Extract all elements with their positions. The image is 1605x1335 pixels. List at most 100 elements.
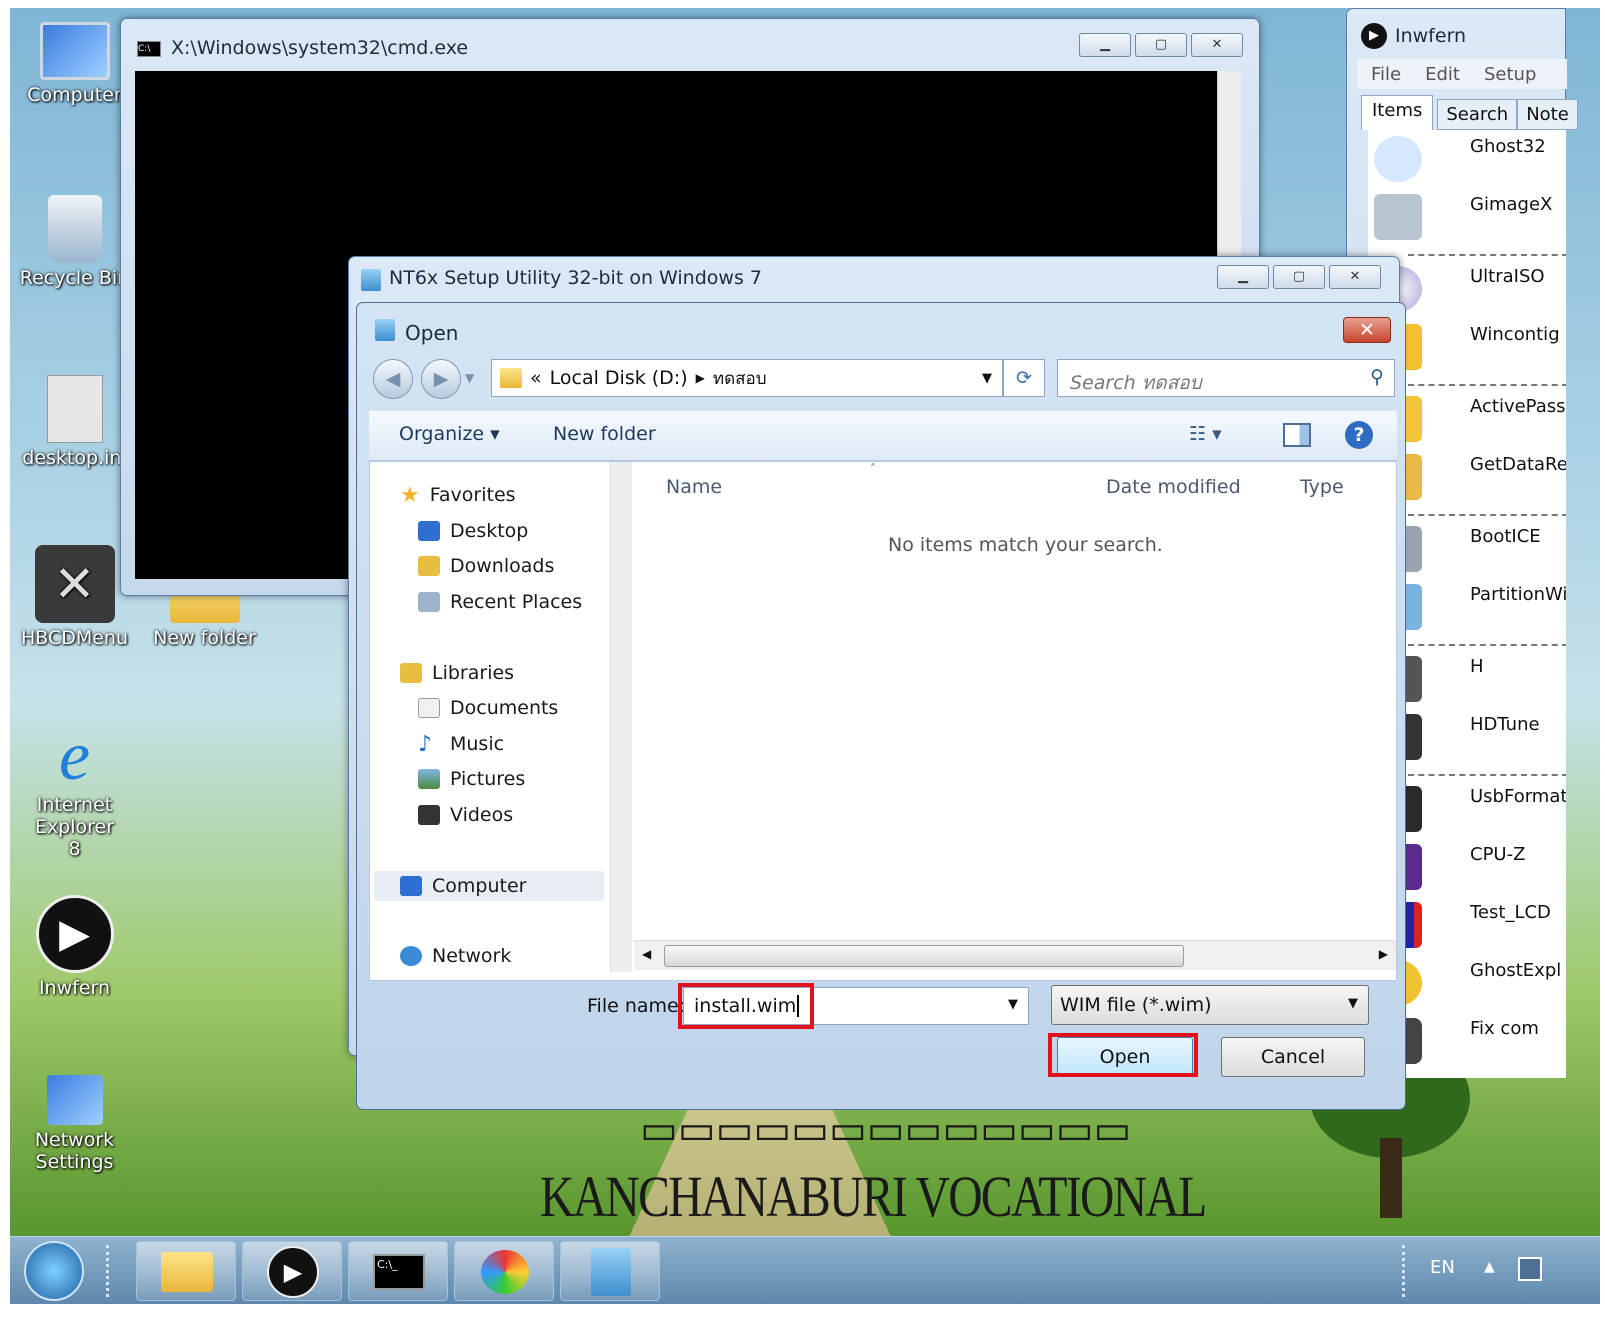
nav-network[interactable]: Network <box>400 941 511 971</box>
nav-computer[interactable]: Computer <box>374 871 604 901</box>
nav-favorites[interactable]: ★ Favorites <box>400 480 516 510</box>
nav-recent-places[interactable]: Recent Places <box>418 587 582 617</box>
close-button[interactable]: ✕ <box>1343 317 1391 343</box>
search-input[interactable]: Search ทดสอบ ⚲ <box>1057 359 1395 397</box>
network-tray-icon[interactable] <box>1518 1257 1542 1281</box>
desktop-icon-label: Network Settings <box>34 1129 115 1173</box>
menu-setup[interactable]: Setup <box>1484 64 1536 85</box>
item-label: UsbFormat <box>1470 786 1566 807</box>
item-label: Test_LCD <box>1470 902 1551 923</box>
preview-pane-icon[interactable] <box>1283 423 1311 447</box>
taskbar-inwfern[interactable]: ▶ <box>242 1241 342 1301</box>
maximize-button[interactable]: ▢ <box>1135 33 1187 57</box>
horizontal-scrollbar[interactable]: ◀ ▶ <box>634 940 1396 970</box>
tab-note[interactable]: Note <box>1517 99 1578 130</box>
settings-file-icon <box>46 375 103 443</box>
taskbar-nt6x[interactable] <box>560 1241 660 1301</box>
scroll-right-icon[interactable]: ▶ <box>1379 947 1388 961</box>
address-bar[interactable]: « Local Disk (D:) ▶ ทดสอบ ▼ <box>491 359 1003 397</box>
list-item[interactable]: Ghost32 <box>1368 130 1566 188</box>
close-button[interactable]: ✕ <box>1191 33 1243 57</box>
nav-videos[interactable]: Videos <box>418 800 513 830</box>
separator <box>1408 514 1566 516</box>
open-dialog[interactable]: Open ✕ ◀ ▶ ▼ « Local Disk (D:) ▶ ทดสอบ ▼… <box>356 302 1406 1110</box>
refresh-icon[interactable]: ⟳ <box>1003 359 1045 397</box>
computer-icon <box>39 22 110 80</box>
tab-items[interactable]: Items <box>1361 95 1434 130</box>
column-name[interactable]: Name <box>666 476 722 498</box>
nav-desktop[interactable]: Desktop <box>418 516 528 546</box>
chevron-up-icon[interactable]: ▲ <box>1484 1259 1495 1275</box>
start-button[interactable] <box>24 1241 84 1301</box>
breadcrumb-subfolder[interactable]: ทดสอบ <box>713 365 767 392</box>
taskbar-cmd[interactable]: C:\_ <box>348 1241 448 1301</box>
column-date-modified[interactable]: Date modified <box>1106 476 1241 498</box>
desktop-icon-internet-explorer[interactable]: e Internet Explorer 8 <box>12 722 137 861</box>
imagex-icon <box>1374 194 1422 240</box>
taskbar-paint[interactable] <box>454 1241 554 1301</box>
separator <box>1408 384 1566 386</box>
desktop-icon-recycle-bin[interactable]: Recycle Bin <box>12 195 137 289</box>
item-label: H <box>1470 656 1484 677</box>
organize-button[interactable]: Organize ▾ <box>399 423 500 445</box>
minimize-button[interactable]: ▁ <box>1079 33 1131 57</box>
cancel-button[interactable]: Cancel <box>1221 1037 1365 1077</box>
back-button[interactable]: ◀ <box>373 359 413 399</box>
desktop-icon <box>418 521 440 541</box>
language-indicator[interactable]: EN <box>1430 1257 1455 1278</box>
nt6x-icon <box>375 319 395 341</box>
taskbar-explorer[interactable] <box>136 1241 236 1301</box>
item-label: Ghost32 <box>1470 136 1546 157</box>
cmd-icon: C:\_ <box>373 1254 425 1290</box>
desktop-icon-inwfern[interactable]: ▶ Inwfern <box>12 895 137 999</box>
separator <box>1408 774 1566 776</box>
column-type[interactable]: Type <box>1300 476 1344 498</box>
recycle-bin-icon <box>47 195 102 263</box>
ghost-icon <box>1374 136 1422 182</box>
desktop-icon-hbcdmenu[interactable]: ✕ HBCDMenu <box>12 545 137 649</box>
menu-edit[interactable]: Edit <box>1425 64 1460 85</box>
close-button[interactable]: ✕ <box>1329 265 1381 289</box>
item-label: PartitionWi <box>1470 584 1566 605</box>
nt6x-icon <box>361 269 381 291</box>
nav-pictures[interactable]: Pictures <box>418 764 525 794</box>
menu-file[interactable]: File <box>1371 64 1401 85</box>
item-label: CPU-Z <box>1470 844 1526 865</box>
file-name-label: File name: <box>587 995 686 1017</box>
item-label: Fix com <box>1470 1018 1539 1039</box>
folder-icon <box>161 1252 213 1292</box>
item-label: Wincontig <box>1470 324 1560 345</box>
tab-search[interactable]: Search <box>1437 99 1518 130</box>
sort-ascending-icon: ˄ <box>870 462 876 476</box>
wallpaper-thai-text: ▭▭▭▭▭▭▭▭▭▭▭▭▭ <box>640 1107 1132 1152</box>
desktop-icon-label: desktop.ini <box>22 447 127 469</box>
desktop-icon-network-settings[interactable]: Network Settings <box>12 1075 137 1173</box>
nt6x-title: NT6x Setup Utility 32-bit on Windows 7 <box>389 267 762 289</box>
desktop-icon-computer[interactable]: Computer <box>12 22 137 106</box>
help-icon[interactable]: ? <box>1345 421 1373 449</box>
list-item[interactable]: GimageX <box>1368 188 1566 246</box>
chevron-down-icon[interactable]: ▼ <box>1008 997 1018 1012</box>
breadcrumb-location[interactable]: Local Disk (D:) <box>550 367 688 389</box>
file-browser: ★ Favorites Desktop Downloads Recent Plac… <box>369 461 1397 981</box>
forward-button[interactable]: ▶ <box>421 359 461 399</box>
nav-downloads[interactable]: Downloads <box>418 551 554 581</box>
pictures-icon <box>418 769 440 789</box>
recent-pages-dropdown[interactable]: ▼ <box>465 371 474 385</box>
minimize-button[interactable]: ▁ <box>1217 265 1269 289</box>
desktop-icon-desktop-ini[interactable]: desktop.ini <box>12 375 137 469</box>
scroll-left-icon[interactable]: ◀ <box>642 947 651 961</box>
desktop-icon-label: HBCDMenu <box>20 627 129 649</box>
file-type-select[interactable]: WIM file (*.wim) ▼ <box>1051 985 1369 1025</box>
nav-libraries[interactable]: Libraries <box>400 658 514 688</box>
nav-music[interactable]: ♪ Music <box>418 729 504 759</box>
nav-documents[interactable]: Documents <box>418 693 558 723</box>
new-folder-button[interactable]: New folder <box>553 423 656 445</box>
maximize-button[interactable]: ▢ <box>1273 265 1325 289</box>
chevron-down-icon[interactable]: ▼ <box>982 371 992 386</box>
navigation-scrollbar[interactable] <box>610 462 632 972</box>
taskbar-grip <box>106 1245 116 1297</box>
view-options-icon[interactable]: ☷ ▾ <box>1189 423 1222 445</box>
desktop-icon-label: Computer <box>27 84 122 106</box>
scroll-thumb[interactable] <box>664 945 1184 967</box>
